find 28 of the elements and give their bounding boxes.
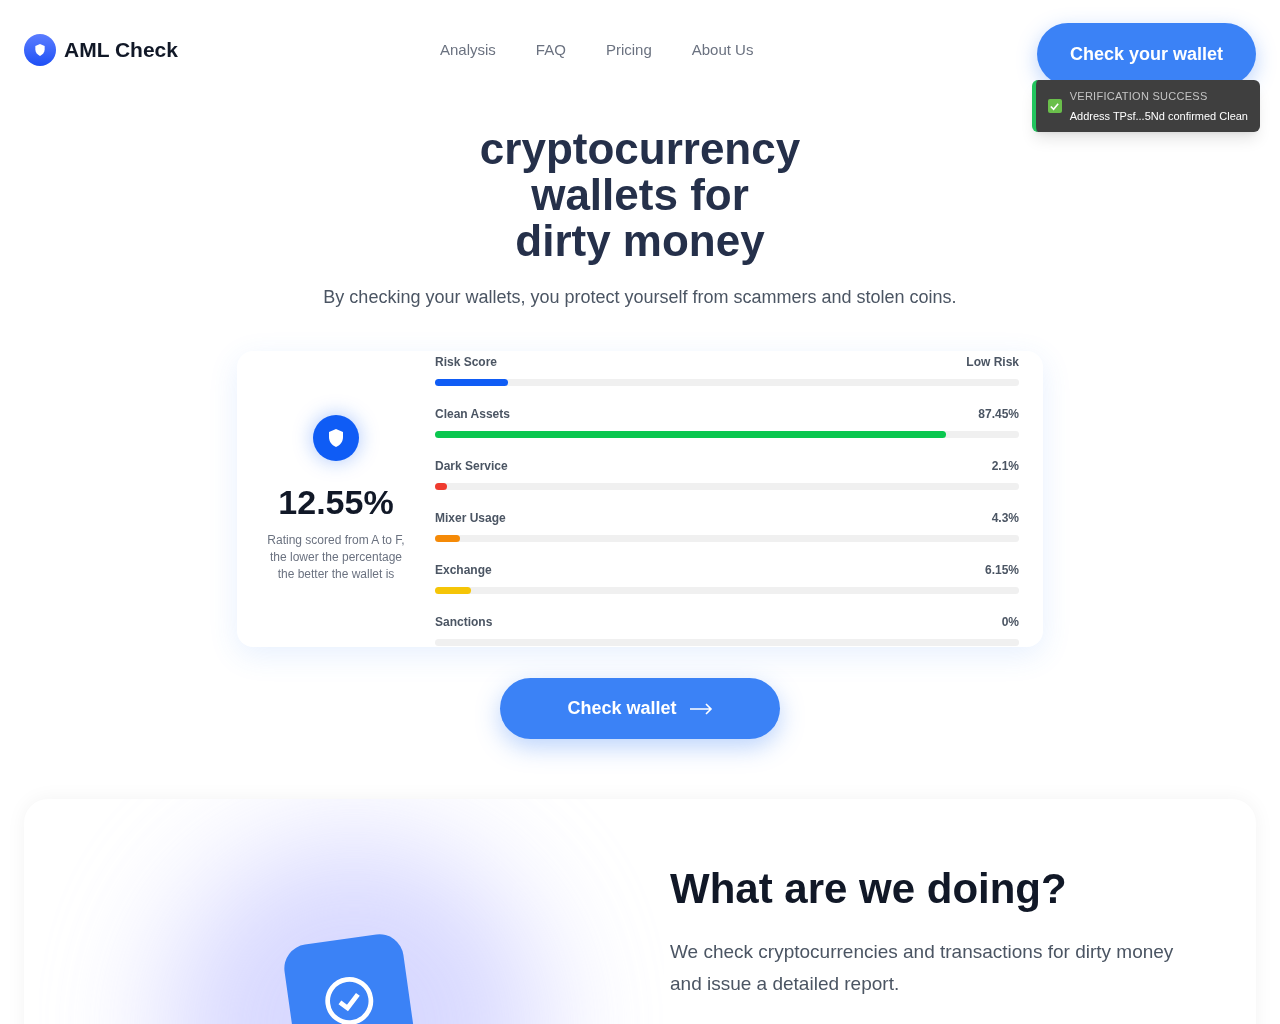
metric-label: Exchange bbox=[435, 561, 492, 579]
metric-value: 4.3% bbox=[991, 509, 1019, 527]
section-title: What are we doing? bbox=[670, 864, 1068, 914]
toast-title: VERIFICATION SUCCESS bbox=[1069, 89, 1209, 104]
hero-title: cryptocurrency wallets for dirty money bbox=[479, 126, 801, 264]
rating-note: Rating scored from A to F, the lower the percentage the better the wallet is bbox=[266, 532, 406, 583]
metric-label: Sanctions bbox=[435, 613, 493, 631]
nav-link[interactable]: Pricing bbox=[605, 38, 652, 62]
risk-percentage: 12.55% bbox=[278, 482, 394, 523]
nav-link[interactable]: Analysis bbox=[440, 38, 496, 62]
arrow-right-icon bbox=[688, 702, 713, 715]
metric-value: Low Risk bbox=[966, 353, 1019, 371]
metric-value: 2.1% bbox=[991, 457, 1019, 475]
metric-label: Dark Service bbox=[435, 457, 508, 475]
metric-value: 0% bbox=[1001, 613, 1019, 631]
check-wallet-button[interactable]: Check wallet bbox=[500, 678, 780, 739]
section-text: We check cryptocurrencies and transactions for dirty money and issue a detailed report. bbox=[670, 940, 1175, 996]
metric-label: Mixer Usage bbox=[435, 509, 506, 527]
metric-label: Clean Assets bbox=[435, 405, 510, 423]
logo-text: AML Check bbox=[64, 37, 178, 64]
toast-message: Address TPsf...5Nd confirmed Clean bbox=[1069, 108, 1248, 124]
metric-label: Risk Score bbox=[435, 353, 498, 371]
metric-value: 87.45% bbox=[978, 405, 1019, 423]
metric-value: 6.15% bbox=[984, 561, 1019, 579]
logo-icon bbox=[24, 34, 56, 66]
nav-link[interactable]: About Us bbox=[691, 38, 754, 62]
hero-subtitle: By checking your wallets, you protect yourself from scammers and stolen coins. bbox=[323, 286, 957, 309]
nav-link[interactable]: FAQ bbox=[535, 38, 566, 62]
